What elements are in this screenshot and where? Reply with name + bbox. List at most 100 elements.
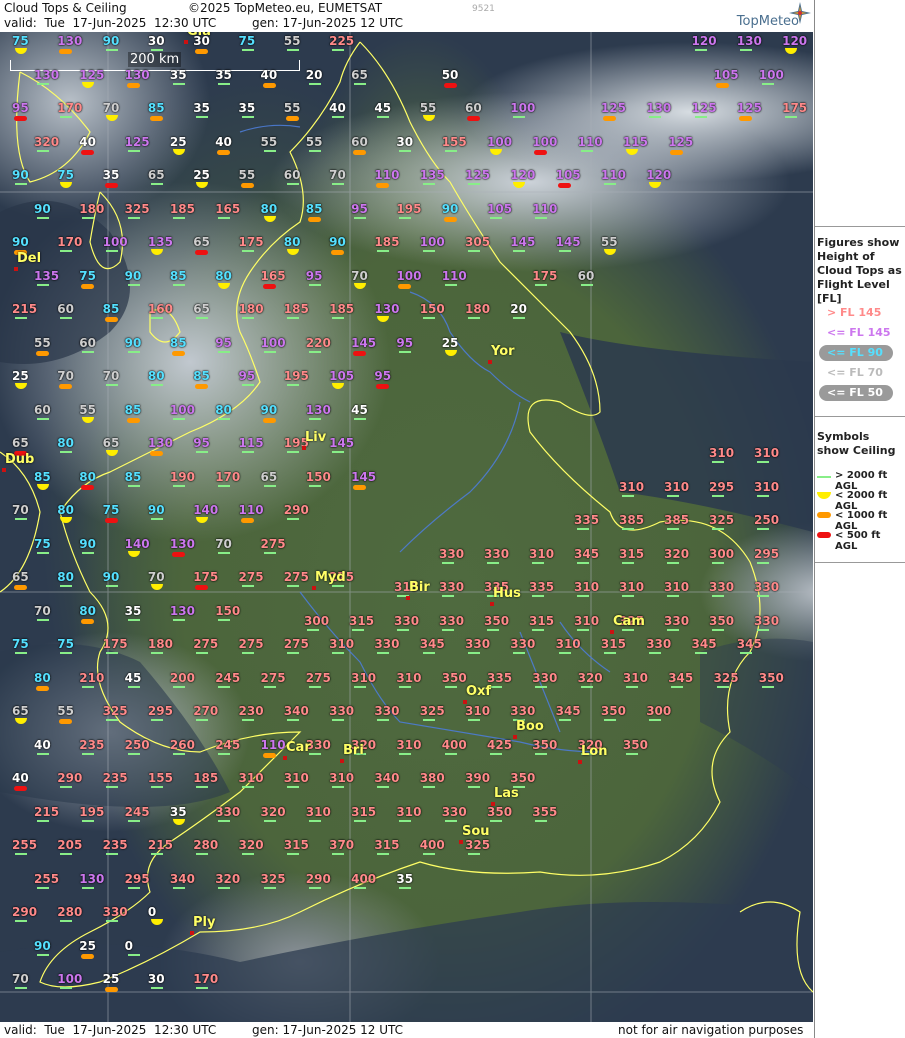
ceiling-high-symbol xyxy=(37,149,49,152)
flight-level-label: 95 xyxy=(351,201,368,216)
flight-level-label: 290 xyxy=(57,771,83,785)
flight-level-label: 110 xyxy=(374,168,400,182)
ceiling-1000-symbol xyxy=(670,149,684,155)
ceiling-high-symbol xyxy=(468,786,480,788)
ceiling-high-symbol xyxy=(105,853,118,855)
flight-level-label: 135 xyxy=(147,235,173,249)
ceiling-1000-symbol xyxy=(738,116,752,121)
ceiling-high-symbol xyxy=(241,786,254,788)
flight-level-label: 75 xyxy=(12,637,29,651)
ceiling-high-symbol xyxy=(757,628,769,631)
ceiling-high-symbol xyxy=(127,350,140,353)
ceiling-high-symbol xyxy=(332,786,345,788)
flight-level-label: 185 xyxy=(374,235,400,249)
ceiling-high-symbol xyxy=(603,719,616,721)
flight-level-label: 215 xyxy=(34,804,60,819)
ceiling-1000-symbol xyxy=(307,216,321,222)
ceiling-high-symbol xyxy=(444,685,457,688)
city-marker xyxy=(578,760,582,764)
ceiling-high-symbol xyxy=(105,920,118,922)
flight-level-label: 40 xyxy=(215,134,232,149)
ceiling-high-symbol xyxy=(150,853,163,855)
ceiling-high-symbol xyxy=(622,561,634,564)
ceiling-high-symbol xyxy=(82,752,95,755)
flight-level-label: 40 xyxy=(12,771,29,785)
city-marker xyxy=(490,602,494,606)
flight-level-label: 55 xyxy=(419,101,437,115)
flight-level-label: 60 xyxy=(465,101,482,115)
ceiling-1000-symbol xyxy=(59,719,73,724)
ceiling-high-symbol xyxy=(286,719,299,721)
flight-level-label: 135 xyxy=(34,268,60,283)
flight-level-label: 55 xyxy=(260,134,278,149)
flight-level-label: 25 xyxy=(193,168,210,182)
flight-level-label: 225 xyxy=(329,34,355,48)
city-label: Dub xyxy=(5,452,35,467)
flight-level-label: 60 xyxy=(351,134,368,149)
flight-level-label: 85 xyxy=(169,335,187,350)
flight-level-label: 325 xyxy=(419,704,445,718)
ceiling-1000-symbol xyxy=(149,451,163,456)
ceiling-high-symbol xyxy=(127,283,140,286)
flight-level-label: 310 xyxy=(574,613,600,628)
ceiling-high-symbol xyxy=(150,183,163,185)
ceiling-high-symbol xyxy=(218,82,231,85)
ceiling-high-symbol xyxy=(172,484,185,487)
flight-level-label: 380 xyxy=(419,771,445,785)
ceiling-high-symbol xyxy=(399,819,412,822)
ceiling-high-symbol xyxy=(127,752,140,755)
city-label: Liv xyxy=(305,430,327,445)
ceiling-high-symbol xyxy=(444,752,457,755)
ceiling-high-symbol xyxy=(308,886,321,889)
flight-level-label: 295 xyxy=(124,871,150,886)
flight-level-label: 310 xyxy=(329,771,355,785)
footer-bar: valid: Tue 17-Jun-2025 12:30 UTC gen: 17… xyxy=(0,1022,813,1038)
flight-level-label: 335 xyxy=(487,670,513,685)
legend-class: <= FL 145 xyxy=(817,324,903,342)
flight-level-label: 45 xyxy=(124,670,142,685)
flight-level-label: 390 xyxy=(465,771,491,785)
ceiling-high-symbol xyxy=(490,685,502,688)
ceiling-1000-symbol xyxy=(104,987,118,992)
legend-symbol-label: < 500 ft AGL xyxy=(835,530,881,552)
legend-divider xyxy=(815,416,905,417)
ceiling-high-symbol xyxy=(286,183,299,185)
flight-level-label: 310 xyxy=(283,771,309,785)
ceiling-high-symbol xyxy=(332,652,345,654)
ceiling-high-symbol xyxy=(241,317,254,319)
flight-level-label: 200 xyxy=(169,670,195,685)
ceiling-high-symbol xyxy=(377,116,390,118)
ceiling-high-symbol xyxy=(307,628,319,631)
ceiling-high-symbol xyxy=(218,216,231,219)
ceiling-high-symbol xyxy=(105,652,118,654)
flight-level-label: 55 xyxy=(600,235,618,249)
ceiling-high-symbol xyxy=(286,384,299,386)
ceiling-high-symbol xyxy=(82,886,95,889)
flight-level-label: 145 xyxy=(351,335,377,350)
flight-level-label: 130 xyxy=(147,436,173,450)
ceiling-1000-symbol xyxy=(443,216,457,222)
ceiling-high-symbol xyxy=(716,685,729,688)
ceiling-high-symbol xyxy=(649,719,662,721)
ceiling-high-symbol xyxy=(354,216,367,219)
satellite-map[interactable]: 200 km 75 130 90 30 30 75 55 225 120 130 120 130 125… xyxy=(0,32,813,1022)
flight-level-label: 185 xyxy=(283,302,309,316)
flight-level-label: 330 xyxy=(532,670,558,685)
disclaimer: not for air navigation purposes xyxy=(618,1023,804,1037)
ceiling-high-symbol xyxy=(625,752,638,755)
flight-level-label: 175 xyxy=(782,101,808,115)
ceiling-1000-symbol xyxy=(149,116,163,121)
ceiling-high-symbol xyxy=(263,819,276,822)
flight-level-label: 330 xyxy=(102,905,128,919)
flight-level-label: 60 xyxy=(79,335,96,350)
ceiling-high-symbol xyxy=(532,628,544,631)
flight-level-label: 350 xyxy=(487,804,513,819)
ceiling-high-symbol xyxy=(37,417,49,420)
flight-level-label: 55 xyxy=(305,134,323,149)
flight-level-label: 80 xyxy=(215,268,232,283)
flight-level-label: 330 xyxy=(439,546,465,561)
ceiling-high-symbol xyxy=(37,819,49,822)
ceiling-high-symbol xyxy=(332,116,345,118)
legend-divider xyxy=(815,562,905,563)
ceiling-high-symbol xyxy=(150,987,163,989)
